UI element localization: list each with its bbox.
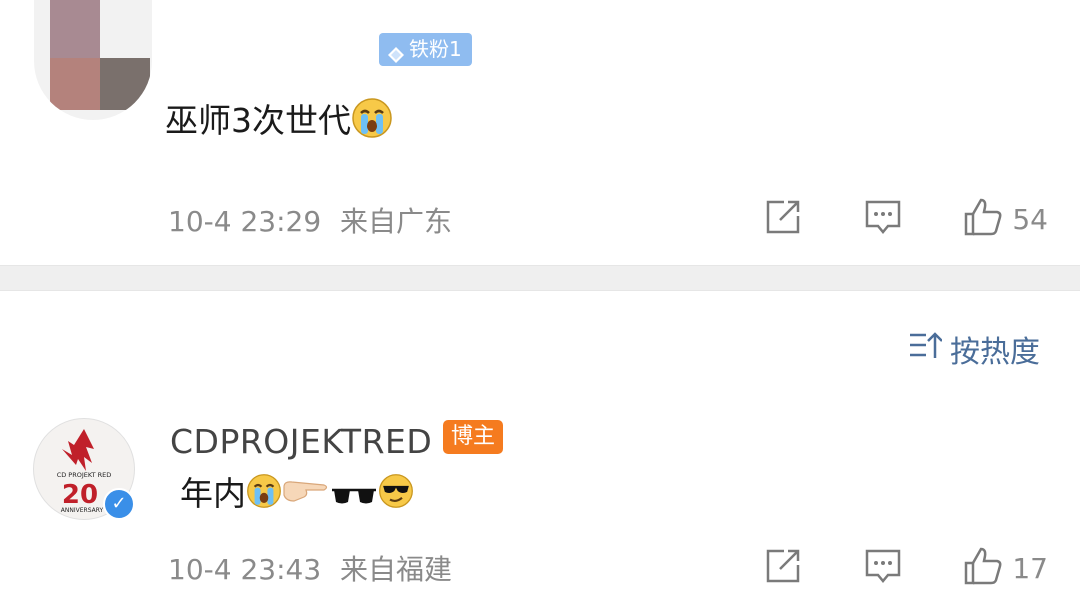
location: 来自广东 — [340, 205, 453, 238]
sort-by-heat-button[interactable]: 按热度 — [908, 327, 1040, 371]
comment-icon[interactable] — [864, 547, 902, 589]
avatar-pixel — [50, 0, 100, 58]
pointing-right-icon — [282, 476, 330, 516]
like-icon[interactable] — [962, 196, 1004, 242]
avatar[interactable] — [34, 0, 152, 120]
crying-face-icon — [351, 97, 393, 148]
comment-actions: 54 — [764, 196, 1080, 242]
cool-face-icon — [378, 473, 414, 518]
location: 来自福建 — [340, 553, 453, 586]
avatar-anniversary-text: ANNIVERSARY — [61, 507, 104, 514]
timestamp: 10-4 23:29 — [168, 205, 322, 238]
like-count: 17 — [1012, 551, 1048, 585]
like-icon[interactable] — [962, 545, 1004, 591]
share-icon[interactable] — [764, 198, 802, 240]
comment-item: 按热度 CD PROJEKT RED 20 ANNIVERSARY ✓ CDPR… — [0, 290, 1080, 610]
avatar-number: 20 — [62, 480, 98, 510]
comment-meta: 10-4 23:29 来自广东 — [168, 200, 452, 240]
comment-item: 铁粉1 巫师3次世代 10-4 23:29 来自广东 54 — [0, 0, 1080, 265]
avatar-pixel — [50, 58, 100, 110]
bird-logo-icon — [62, 429, 94, 471]
avatar-brand-text: CD PROJEKT RED — [57, 471, 112, 479]
sort-label: 按热度 — [950, 335, 1040, 370]
diamond-icon — [387, 41, 405, 63]
comment-text: 巫师3次世代 — [165, 97, 393, 148]
avatar-pixel — [100, 58, 150, 110]
sort-icon — [908, 330, 943, 368]
comment-actions: 17 — [764, 545, 1080, 591]
author-badge: 博主 — [443, 420, 504, 454]
crying-face-icon — [246, 473, 282, 518]
sunglasses-icon — [330, 476, 378, 516]
comment-text-body: 年内 — [180, 474, 246, 513]
section-divider — [0, 265, 1080, 291]
comment-meta: 10-4 23:43 来自福建 — [168, 548, 452, 588]
timestamp: 10-4 23:43 — [168, 553, 322, 586]
comment-text-body: 巫师3次世代 — [165, 101, 351, 140]
fan-badge[interactable]: 铁粉1 — [379, 33, 472, 66]
share-icon[interactable] — [764, 547, 802, 589]
comment-text: 年内 — [180, 473, 414, 518]
verified-icon: ✓ — [103, 488, 135, 520]
badge-label: 铁粉1 — [409, 37, 462, 61]
like-count: 54 — [1012, 202, 1048, 236]
username[interactable]: CDPROJEKTRED — [170, 422, 432, 461]
comment-icon[interactable] — [864, 198, 902, 240]
username[interactable] — [168, 32, 368, 66]
